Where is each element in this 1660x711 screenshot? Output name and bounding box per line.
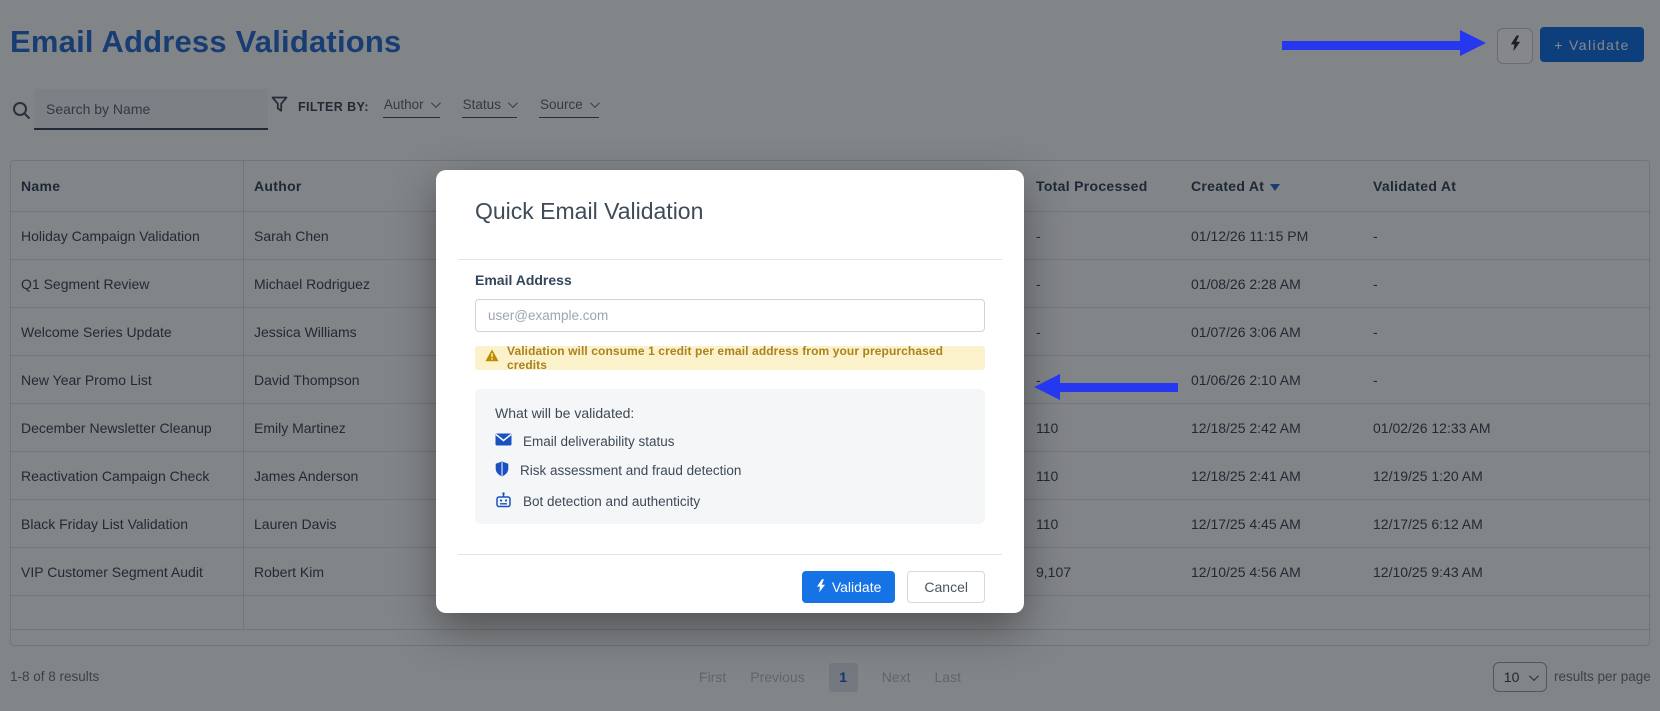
lightning-bolt-icon (816, 578, 826, 596)
list-item: Bot detection and authenticity (495, 492, 965, 511)
annotation-arrow-to-quick-validate (1282, 41, 1460, 50)
modal-validate-label: Validate (831, 579, 882, 595)
warning-triangle-icon (485, 349, 499, 367)
validation-info-heading: What will be validated: (495, 405, 635, 421)
annotation-arrow-to-modal (1060, 383, 1178, 392)
modal-validate-button[interactable]: Validate (801, 571, 896, 603)
list-item: Email deliverability status (495, 433, 965, 449)
envelope-icon (495, 433, 512, 449)
credit-warning-text: Validation will consume 1 credit per ema… (507, 344, 944, 372)
robot-icon (495, 492, 512, 511)
list-item-label: Bot detection and authenticity (523, 494, 701, 509)
modal-footer-divider (458, 554, 1002, 555)
list-item-label: Risk assessment and fraud detection (520, 463, 742, 478)
annotation-arrow-head-right (1460, 30, 1486, 56)
credit-warning-banner: Validation will consume 1 credit per ema… (475, 344, 985, 372)
email-validations-page: Email Address Validations + Validate FIL… (0, 0, 1660, 711)
email-address-label: Email Address (475, 272, 572, 288)
shield-icon (495, 461, 509, 480)
list-item: Risk assessment and fraud detection (495, 461, 965, 480)
email-address-input[interactable] (475, 299, 985, 332)
modal-title: Quick Email Validation (475, 198, 704, 224)
modal-cancel-button[interactable]: Cancel (907, 571, 985, 603)
modal-header-divider (458, 259, 1002, 260)
quick-email-validation-modal: Quick Email Validation Email Address Val… (436, 170, 1024, 613)
validation-info-panel: What will be validated: Email deliverabi… (475, 389, 985, 524)
list-item-label: Email deliverability status (523, 433, 675, 449)
modal-actions: Validate Cancel (801, 571, 985, 603)
annotation-arrow-head-left (1034, 374, 1060, 400)
